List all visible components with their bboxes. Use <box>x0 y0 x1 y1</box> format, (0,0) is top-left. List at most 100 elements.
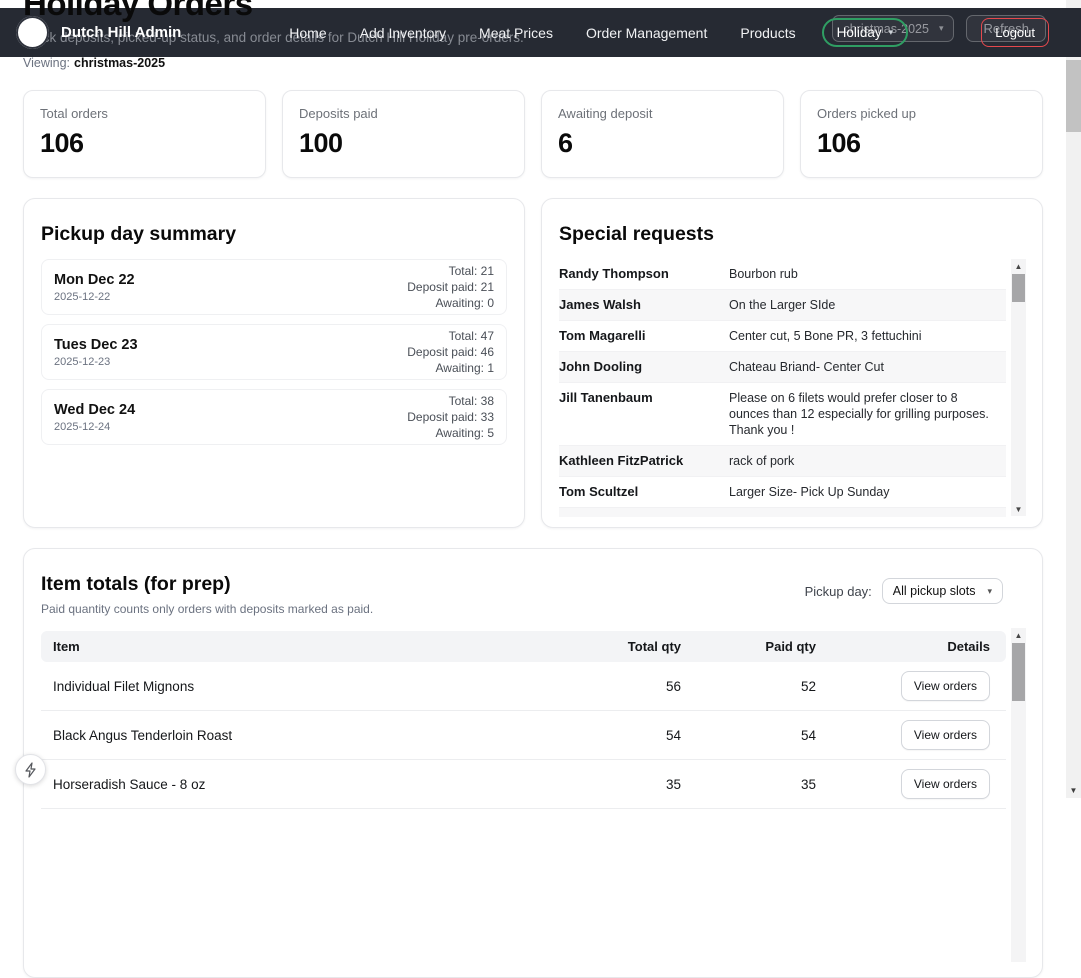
item-total-qty: 56 <box>571 679 681 694</box>
view-orders-button[interactable]: View orders <box>901 671 990 701</box>
panel-title: Pickup day summary <box>41 223 507 246</box>
scroll-down-icon[interactable]: ▼ <box>1011 502 1026 516</box>
stat-label: Deposits paid <box>299 106 508 121</box>
pickup-day-summary-panel: Pickup day summary Mon Dec 22 2025-12-22… <box>23 198 525 528</box>
column-header-details: Details <box>816 639 1006 654</box>
list-item: Tom Scultzel Larger Size- Pick Up Sunday <box>559 477 1006 508</box>
pickup-day-left: Mon Dec 22 2025-12-22 <box>54 272 135 303</box>
item-paid-qty: 35 <box>681 777 816 792</box>
nav-item-meat-prices[interactable]: Meat Prices <box>479 25 553 41</box>
pickup-day-stats: Total: 47 Deposit paid: 46 Awaiting: 1 <box>407 328 494 376</box>
column-header-item: Item <box>41 639 571 654</box>
navbar: Dutch Hill Admin Home Add Inventory Meat… <box>0 8 1081 57</box>
brand-name: Dutch Hill Admin <box>61 24 181 41</box>
stat-card-awaiting-deposit: Awaiting deposit 6 <box>541 90 784 178</box>
list-item: Jill Tanenbaum Please on 6 filets would … <box>559 383 1006 446</box>
item-details-cell: View orders <box>816 720 1006 750</box>
stat-value: 106 <box>40 128 249 159</box>
scroll-up-icon[interactable]: ▲ <box>1011 259 1026 273</box>
pickup-day-name: Wed Dec 24 <box>54 402 135 418</box>
table-scrollbar[interactable]: ▲ <box>1011 628 1026 962</box>
panel-title: Item totals (for prep) <box>41 573 373 596</box>
special-requests-list: Randy Thompson Bourbon rub James Walsh O… <box>559 259 1006 517</box>
table-row: Individual Filet Mignons 56 52 View orde… <box>41 662 1006 711</box>
nav-holiday-menu[interactable]: Holiday ▾ <box>822 18 909 47</box>
item-details-cell: View orders <box>816 671 1006 701</box>
nav-item-home[interactable]: Home <box>289 25 326 41</box>
chevron-down-icon: ▾ <box>889 27 894 38</box>
nav-item-order-management[interactable]: Order Management <box>586 25 707 41</box>
item-paid-qty: 54 <box>681 728 816 743</box>
pickup-day-select[interactable]: All pickup slots ▾ <box>882 578 1003 604</box>
pickup-day-row: Wed Dec 24 2025-12-24 Total: 38 Deposit … <box>41 389 507 445</box>
pickup-day-stats: Total: 38 Deposit paid: 33 Awaiting: 5 <box>407 393 494 441</box>
viewing-value: christmas-2025 <box>74 56 165 70</box>
item-name: Black Angus Tenderloin Roast <box>41 728 571 743</box>
table-row: Black Angus Tenderloin Roast 54 54 View … <box>41 711 1006 760</box>
item-paid-qty: 52 <box>681 679 816 694</box>
item-total-qty: 54 <box>571 728 681 743</box>
stat-value: 100 <box>299 128 508 159</box>
table-row: Horseradish Sauce - 8 oz 35 35 View orde… <box>41 760 1006 809</box>
pickup-day-row: Mon Dec 22 2025-12-22 Total: 21 Deposit … <box>41 259 507 315</box>
pickup-day-name: Tues Dec 23 <box>54 337 138 353</box>
column-header-total-qty: Total qty <box>571 639 681 654</box>
viewing-label: Viewing: <box>23 56 70 70</box>
list-item: Randy Thompson Bourbon rub <box>559 259 1006 290</box>
view-orders-button[interactable]: View orders <box>901 720 990 750</box>
pickup-day-stats: Total: 21 Deposit paid: 21 Awaiting: 0 <box>407 263 494 311</box>
scroll-up-icon[interactable]: ▲ <box>1011 628 1026 642</box>
nav-links: Home Add Inventory Meat Prices Order Man… <box>289 25 795 41</box>
nav-item-add-inventory[interactable]: Add Inventory <box>360 25 446 41</box>
stat-label: Awaiting deposit <box>558 106 767 121</box>
pickup-day-date: 2025-12-23 <box>54 356 138 368</box>
scrollbar-thumb[interactable] <box>1066 60 1081 132</box>
stat-value: 6 <box>558 128 767 159</box>
item-total-qty: 35 <box>571 777 681 792</box>
item-totals-panel: Item totals (for prep) Paid quantity cou… <box>23 548 1043 978</box>
pickup-day-filter-label: Pickup day: <box>805 584 872 599</box>
scrollbar-thumb[interactable] <box>1012 643 1025 701</box>
nav-holiday-label: Holiday <box>837 25 882 40</box>
stat-label: Total orders <box>40 106 249 121</box>
devtools-button[interactable] <box>15 754 46 785</box>
stats-row: Total orders 106 Deposits paid 100 Await… <box>23 90 1043 178</box>
list-item: Kathleen FitzPatrick rack of pork <box>559 446 1006 477</box>
item-totals-titles: Item totals (for prep) Paid quantity cou… <box>41 566 373 616</box>
lightning-icon <box>24 762 38 778</box>
scroll-down-icon[interactable]: ▼ <box>1066 783 1081 798</box>
column-header-paid-qty: Paid qty <box>681 639 816 654</box>
stat-card-deposits-paid: Deposits paid 100 <box>282 90 525 178</box>
item-totals-table: Item Total qty Paid qty Details Individu… <box>41 631 1006 809</box>
stat-card-orders-picked-up: Orders picked up 106 <box>800 90 1043 178</box>
scrollbar-thumb[interactable] <box>1012 274 1025 302</box>
logout-button[interactable]: Logout <box>981 18 1049 47</box>
list-item: John Dooling Chateau Briand- Center Cut <box>559 352 1006 383</box>
item-name: Individual Filet Mignons <box>41 679 571 694</box>
panels-row: Pickup day summary Mon Dec 22 2025-12-22… <box>23 198 1043 528</box>
pickup-day-filter: Pickup day: All pickup slots ▾ <box>805 578 1003 604</box>
table-header-row: Item Total qty Paid qty Details <box>41 631 1006 662</box>
brand-logo-icon <box>16 16 49 49</box>
chevron-down-icon: ▾ <box>987 586 992 597</box>
list-item: Courtney Lima 4 rack short rib/ 12 bones… <box>559 508 1006 517</box>
stat-card-total-orders: Total orders 106 <box>23 90 266 178</box>
item-totals-header: Item totals (for prep) Paid quantity cou… <box>41 566 1025 616</box>
item-details-cell: View orders <box>816 769 1006 799</box>
view-orders-button[interactable]: View orders <box>901 769 990 799</box>
requests-scrollbar[interactable]: ▲ ▼ <box>1011 259 1026 516</box>
nav-item-products[interactable]: Products <box>740 25 795 41</box>
list-item: James Walsh On the Larger SIde <box>559 290 1006 321</box>
panel-subtitle: Paid quantity counts only orders with de… <box>41 602 373 616</box>
stat-value: 106 <box>817 128 1026 159</box>
pickup-day-left: Wed Dec 24 2025-12-24 <box>54 402 135 433</box>
viewing-line: Viewing: christmas-2025 <box>23 56 165 70</box>
pickup-day-select-value: All pickup slots <box>893 584 976 598</box>
panel-title: Special requests <box>559 223 1025 246</box>
special-requests-panel: Special requests Randy Thompson Bourbon … <box>541 198 1043 528</box>
page-scrollbar[interactable]: ▼ <box>1066 0 1081 798</box>
list-item: Tom Magarelli Center cut, 5 Bone PR, 3 f… <box>559 321 1006 352</box>
pickup-day-date: 2025-12-24 <box>54 421 135 433</box>
pickup-day-name: Mon Dec 22 <box>54 272 135 288</box>
stat-label: Orders picked up <box>817 106 1026 121</box>
